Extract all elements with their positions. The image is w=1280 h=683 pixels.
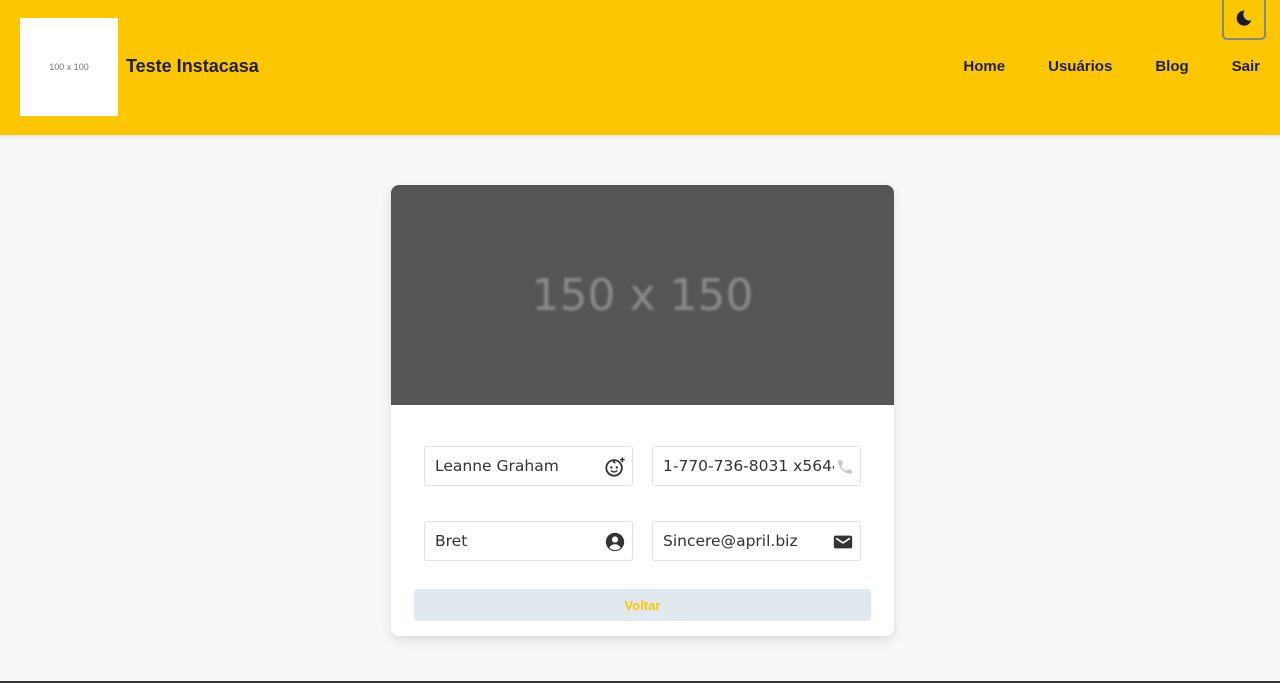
user-circle-icon (604, 531, 626, 553)
nav-home[interactable]: Home (963, 58, 1005, 75)
nav-blog[interactable]: Blog (1155, 58, 1188, 75)
logo-placeholder-text: 100 x 100 (49, 62, 89, 72)
back-button[interactable]: Voltar (414, 589, 871, 621)
nav-usuarios[interactable]: Usuários (1048, 58, 1112, 75)
nav-sair[interactable]: Sair (1232, 58, 1260, 75)
username-field-wrapper (424, 521, 633, 561)
theme-toggle-button[interactable] (1222, 0, 1266, 40)
main-nav: Home Usuários Blog Sair (963, 58, 1260, 75)
phone-field[interactable] (653, 447, 860, 485)
moon-icon (1236, 10, 1252, 26)
baby-face-icon (604, 456, 626, 478)
user-image-placeholder: 150 x 150 (391, 185, 894, 405)
username-field[interactable] (425, 522, 632, 560)
name-field[interactable] (425, 447, 632, 485)
logo-placeholder: 100 x 100 (20, 18, 118, 116)
name-field-wrapper (424, 446, 633, 486)
user-card: 150 x 150 Leanne Graham 1-770-736-8031 x… (391, 185, 894, 636)
envelope-icon (832, 531, 854, 553)
email-field[interactable] (653, 522, 860, 560)
image-placeholder-text: 150 x 150 (531, 269, 754, 321)
site-title: Teste Instacasa (126, 56, 259, 76)
site-header: 100 x 100 Teste Instacasa Home Usuários … (0, 0, 1280, 135)
phone-field-wrapper (652, 446, 861, 486)
email-field-wrapper (652, 521, 861, 561)
phone-icon (834, 456, 856, 478)
